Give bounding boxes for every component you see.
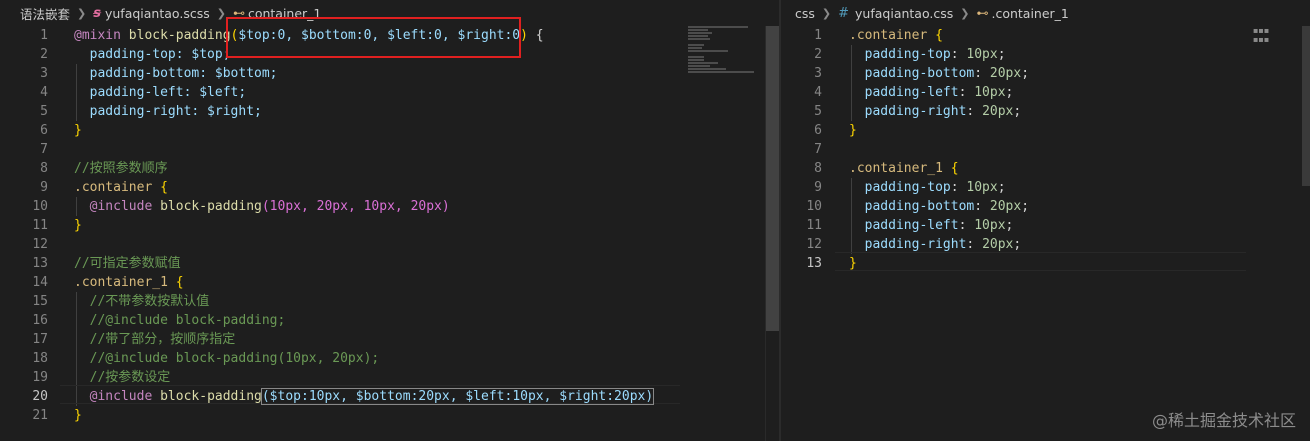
code-line: 16 //@include block-padding; xyxy=(32,313,286,328)
vertical-scrollbar[interactable] xyxy=(766,26,780,331)
breadcrumb-file[interactable]: yufaqiantao.scss xyxy=(105,6,210,21)
code-line-active: 20 @include block-padding($top:10px, $bo… xyxy=(32,388,655,405)
css-file-icon: # xyxy=(838,5,850,21)
code-line: 9 padding-top: 10px; xyxy=(814,180,1006,195)
code-line: 15 //不带参数按默认值 xyxy=(32,294,210,309)
sass-file-icon: ꞩ xyxy=(93,5,101,21)
breadcrumb-symbol[interactable]: .container_1 xyxy=(991,6,1068,21)
breadcrumb-folder[interactable]: css xyxy=(795,6,815,21)
code-line: 17 //带了部分，按顺序指定 xyxy=(32,332,236,347)
code-line: 21} xyxy=(32,408,82,423)
code-line: 3 padding-bottom: $bottom; xyxy=(40,66,278,81)
code-line: 11 padding-left: 10px; xyxy=(806,218,1014,233)
chevron-right-icon: ❯ xyxy=(960,6,970,20)
breadcrumb: css ❯ # yufaqiantao.css ❯ ⊷ .container_1 xyxy=(781,0,1310,26)
code-line: 8//按照参数顺序 xyxy=(40,161,168,176)
code-line: 7 xyxy=(814,142,822,157)
symbol-class-icon: ⊷ xyxy=(976,6,989,20)
code-line: 12 padding-right: 20px; xyxy=(806,237,1022,252)
code-line: 5 padding-right: 20px; xyxy=(814,104,1022,119)
code-line: 2 padding-top: 10px; xyxy=(814,47,1006,62)
chevron-right-icon: ❯ xyxy=(821,6,832,20)
code-line: 12 xyxy=(32,237,48,252)
code-line: 3 padding-bottom: 20px; xyxy=(814,66,1030,81)
code-line: 6} xyxy=(40,123,82,138)
code-line: 10 padding-bottom: 20px; xyxy=(806,199,1030,214)
code-line: 10 @include block-padding(10px, 20px, 10… xyxy=(32,199,450,214)
annotation-red-box xyxy=(226,17,521,58)
code-line: 1 .container { xyxy=(814,28,943,43)
code-line: 14 .container_1 { xyxy=(32,275,184,290)
code-line: 4 padding-left: $left; xyxy=(40,85,247,100)
vertical-scrollbar[interactable] xyxy=(1302,26,1310,186)
minimap[interactable] xyxy=(688,26,758,76)
code-line: 8 .container_1 { xyxy=(814,161,959,176)
code-line: 5 padding-right: $right; xyxy=(40,104,262,119)
code-line: 11} xyxy=(32,218,82,233)
code-line: 4 padding-left: 10px; xyxy=(814,85,1014,100)
code-line: 18 //@include block-padding(10px, 20px); xyxy=(32,351,380,366)
code-line: 6} xyxy=(814,123,857,138)
code-line: 9 .container { xyxy=(40,180,168,195)
editor-pane-right: css ❯ # yufaqiantao.css ❯ ⊷ .container_1… xyxy=(781,0,1310,441)
code-line: 19 //按参数设定 xyxy=(32,370,171,385)
editor-pane-left: 语法嵌套 ❯ ꞩ yufaqiantao.scss ❯ ⊷ container_… xyxy=(0,0,780,441)
code-line-active: 13} xyxy=(806,256,857,271)
chevron-right-icon: ❯ xyxy=(216,6,226,20)
minimap[interactable]: ▪▪▪ ▪▪▪ xyxy=(1253,26,1269,44)
code-line: 7 xyxy=(40,142,48,157)
code-editor-css[interactable]: 1 .container { 2 padding-top: 10px; 3 pad… xyxy=(781,26,1310,441)
code-editor-scss[interactable]: 1 @mixin block-padding($top:0, $bottom:0,… xyxy=(0,17,780,441)
breadcrumb-file[interactable]: yufaqiantao.css xyxy=(855,6,953,21)
watermark: @稀土掘金技术社区 xyxy=(1151,411,1296,430)
chevron-right-icon: ❯ xyxy=(77,6,87,20)
code-line: 13//可指定参数赋值 xyxy=(32,256,181,271)
breadcrumb-folder[interactable]: 语法嵌套 xyxy=(20,4,70,23)
